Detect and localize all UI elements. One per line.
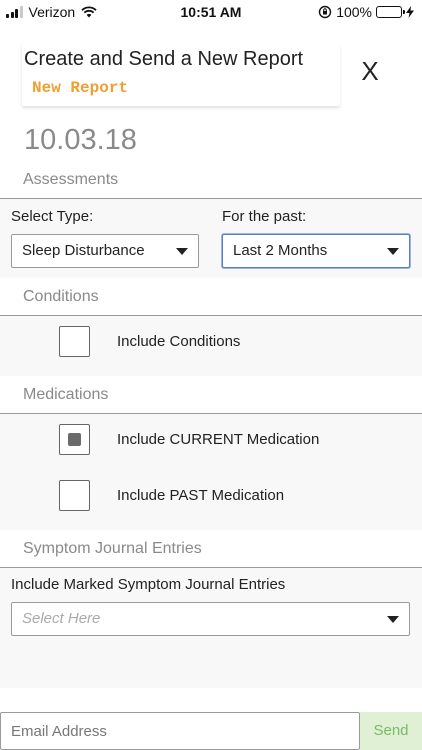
page-title: Create and Send a New Report [24, 48, 304, 70]
section-assessments: Assessments [23, 171, 119, 188]
chevron-down-icon [387, 616, 399, 623]
select-type-label: Select Type: [11, 208, 94, 225]
status-right: 100% [318, 4, 414, 20]
status-bar: Verizon 10:51 AM 100% [0, 0, 422, 26]
include-conditions-checkbox[interactable] [59, 326, 90, 357]
include-journal-label: Include Marked Symptom Journal Entries [11, 576, 286, 593]
time-range-select[interactable]: Last 2 Months [222, 234, 410, 268]
report-date: 10.03.18 [24, 124, 137, 156]
section-symptom-journal: Symptom Journal Entries [23, 540, 202, 557]
journal-panel: Include Marked Symptom Journal Entries S… [0, 568, 422, 688]
include-current-medication-label: Include CURRENT Medication [117, 431, 320, 448]
report-header-card: Create and Send a New Report New Report [22, 44, 340, 106]
assessments-panel: Select Type: For the past: Sleep Disturb… [0, 199, 422, 278]
journal-select-placeholder: Select Here [22, 610, 101, 627]
chevron-down-icon [387, 248, 399, 255]
conditions-panel: Include Conditions [0, 316, 422, 376]
include-past-medication-checkbox[interactable] [59, 480, 90, 511]
orientation-lock-icon [318, 5, 332, 19]
assessment-type-value: Sleep Disturbance [22, 242, 145, 259]
assessment-type-select[interactable]: Sleep Disturbance [11, 234, 199, 268]
charging-icon [406, 6, 414, 18]
include-current-medication-checkbox[interactable] [59, 424, 90, 455]
report-name: New Report [32, 79, 129, 97]
section-conditions: Conditions [23, 288, 99, 305]
journal-entries-select[interactable]: Select Here [11, 602, 410, 636]
battery-icon [376, 6, 405, 18]
send-button[interactable]: Send [360, 712, 422, 750]
chevron-down-icon [176, 248, 188, 255]
send-footer: Send [0, 712, 422, 750]
section-medications: Medications [23, 386, 109, 403]
battery-percent: 100% [336, 4, 372, 20]
close-button[interactable]: X [356, 56, 384, 86]
medications-panel: Include CURRENT Medication Include PAST … [0, 414, 422, 530]
checkbox-checked-mark [68, 433, 81, 446]
email-address-input[interactable] [0, 712, 360, 750]
for-the-past-label: For the past: [222, 208, 307, 225]
include-past-medication-label: Include PAST Medication [117, 487, 285, 504]
include-conditions-label: Include Conditions [117, 333, 241, 350]
time-range-value: Last 2 Months [233, 242, 328, 259]
